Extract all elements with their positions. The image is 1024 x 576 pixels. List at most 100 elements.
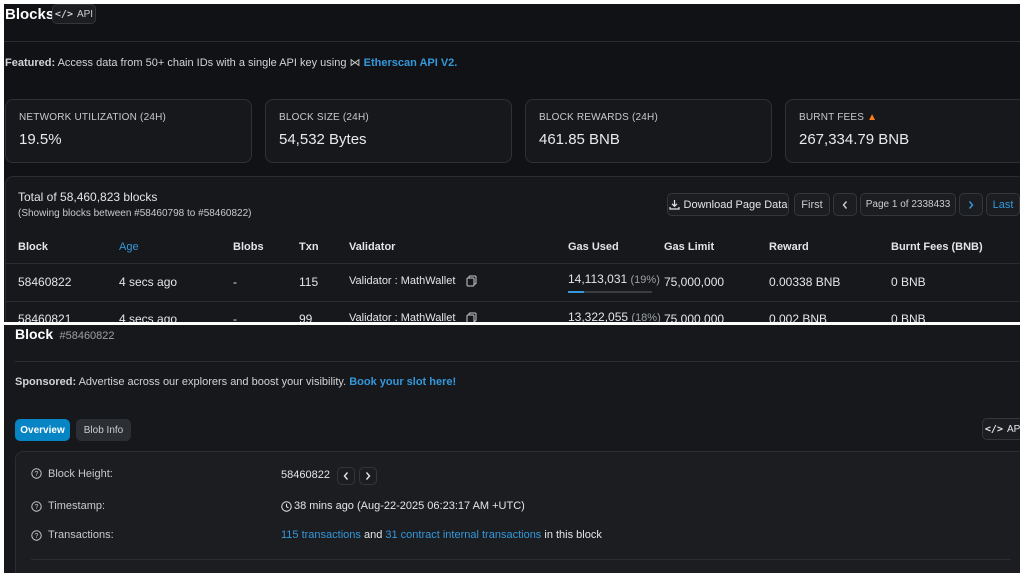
code-icon: </>: [54, 8, 73, 20]
reward-cell: 0.002 BNB: [769, 312, 828, 322]
stat-label: BLOCK REWARDS (24H): [539, 112, 659, 123]
total-blocks-text: Total of 58,460,823 blocks: [18, 190, 158, 204]
stat-label: BURNT FEES: [799, 112, 865, 123]
book-slot-link[interactable]: Book your slot here!: [349, 376, 456, 388]
copy-icon[interactable]: [466, 275, 477, 287]
transactions-label: Transactions:: [48, 529, 114, 541]
and-text: and: [363, 529, 383, 541]
validator-link[interactable]: Validator : MathWallet: [349, 312, 455, 322]
block-number-link[interactable]: 58460821: [18, 312, 71, 322]
stat-card-network-utilization: NETWORK UTILIZATION (24H) 19.5%: [5, 99, 252, 163]
block-height-value: 58460822: [281, 469, 330, 481]
tab-blob-info[interactable]: Blob Info: [76, 419, 131, 441]
page-indicator: Page 1 of 2338433: [860, 193, 956, 216]
api-button[interactable]: </> API: [52, 4, 96, 24]
sponsored-prefix: Sponsored:: [15, 376, 77, 388]
next-page-button[interactable]: [959, 193, 983, 216]
clock-icon: [281, 501, 292, 512]
help-icon[interactable]: ?: [31, 468, 42, 479]
col-header-burnt-fees: Burnt Fees (BNB): [891, 241, 983, 253]
etherscan-api-link[interactable]: Etherscan API V2.: [364, 57, 458, 69]
copy-icon[interactable]: [466, 312, 477, 322]
last-page-button[interactable]: Last: [986, 193, 1020, 216]
block-height-label: Block Height:: [48, 468, 113, 480]
block-reference: #58460822: [59, 330, 115, 342]
internal-transactions-link[interactable]: 31 contract internal transactions: [385, 529, 541, 541]
showing-range-text: (Showing blocks between #58460798 to #58…: [18, 208, 252, 219]
gas-limit-cell: 75,000,000: [664, 275, 725, 289]
in-block-text: in this block: [544, 529, 602, 541]
timestamp-label: Timestamp:: [48, 500, 106, 512]
link-chain-icon: ⋈: [349, 57, 361, 69]
stat-label: NETWORK UTILIZATION (24H): [19, 112, 167, 123]
api-label: API: [1006, 423, 1020, 435]
gas-used-bar: [568, 291, 652, 293]
gas-used-bar-fill: [568, 291, 584, 293]
col-header-reward: Reward: [769, 241, 809, 253]
chevron-left-icon: [342, 471, 350, 481]
col-header-gas-limit: Gas Limit: [664, 241, 715, 253]
chevron-right-icon: [364, 471, 372, 481]
gas-used-value: 13,322,055: [568, 310, 629, 322]
api-button[interactable]: </> API: [982, 418, 1020, 440]
page-title: Block: [15, 326, 54, 342]
chevron-right-icon: [967, 200, 975, 210]
next-block-button[interactable]: [359, 467, 377, 485]
block-number-link[interactable]: 58460822: [18, 275, 71, 289]
col-header-txn: Txn: [299, 241, 319, 253]
page-title: Blocks: [5, 6, 55, 23]
validator-link[interactable]: Validator : MathWallet: [349, 275, 455, 287]
svg-text:?: ?: [35, 533, 39, 540]
download-page-data-button[interactable]: Download Page Data: [667, 193, 789, 216]
blobs-cell: -: [233, 312, 237, 322]
featured-banner: Featured: Access data from 50+ chain IDs…: [5, 56, 457, 69]
col-header-blobs: Blobs: [233, 241, 264, 253]
stat-label: BLOCK SIZE (24H): [279, 112, 369, 123]
stat-value: 19.5%: [19, 131, 62, 148]
burnt-fees-cell: 0 BNB: [891, 275, 926, 289]
gas-used-percent: (18%): [631, 312, 661, 322]
gas-used-percent: (19%): [630, 274, 660, 286]
first-page-button[interactable]: First: [794, 193, 830, 216]
fire-icon: ▲: [867, 112, 878, 123]
prev-page-button[interactable]: [833, 193, 857, 216]
age-cell: 4 secs ago: [119, 312, 178, 322]
row-divider: [5, 301, 1020, 302]
overview-card: [15, 451, 1020, 573]
col-header-block: Block: [18, 241, 48, 253]
featured-prefix: Featured:: [5, 57, 56, 69]
divider: [4, 41, 1020, 42]
stat-card-burnt-fees: BURNT FEES ▲ 267,334.79 BNB: [785, 99, 1020, 163]
table-header-divider: [5, 263, 1020, 264]
stat-card-block-size: BLOCK SIZE (24H) 54,532 Bytes: [265, 99, 512, 163]
prev-block-button[interactable]: [337, 467, 355, 485]
download-label: Download Page Data: [683, 198, 788, 211]
stat-value: 267,334.79 BNB: [799, 131, 910, 148]
blobs-cell: -: [233, 275, 237, 289]
help-icon[interactable]: ?: [31, 501, 42, 512]
svg-text:?: ?: [35, 471, 39, 478]
gas-limit-cell: 75,000,000: [664, 312, 725, 322]
transactions-link[interactable]: 115 transactions: [281, 529, 361, 541]
burnt-fees-cell: 0 BNB: [891, 312, 926, 322]
tab-overview[interactable]: Overview: [15, 419, 70, 441]
help-icon[interactable]: ?: [31, 530, 42, 541]
download-icon: [668, 199, 680, 210]
col-header-validator: Validator: [349, 241, 396, 253]
txn-count-link[interactable]: 115: [299, 275, 318, 289]
divider: [31, 559, 1011, 560]
gas-used-value: 14,113,031: [568, 272, 628, 286]
txn-count-link[interactable]: 99: [299, 312, 312, 322]
sponsored-text: Advertise across our explorers and boost…: [78, 376, 347, 388]
blocks-list-panel: Blocks </> API Featured: Access data fro…: [4, 4, 1020, 322]
chevron-left-icon: [841, 200, 849, 210]
stat-card-block-rewards: BLOCK REWARDS (24H) 461.85 BNB: [525, 99, 772, 163]
col-header-age[interactable]: Age: [119, 241, 139, 253]
stat-value: 461.85 BNB: [539, 131, 620, 148]
age-cell: 4 secs ago: [119, 275, 178, 289]
featured-text: Access data from 50+ chain IDs with a si…: [57, 57, 347, 69]
stat-value: 54,532 Bytes: [279, 131, 367, 148]
block-detail-panel: Block #58460822 Sponsored: Advertise acr…: [4, 325, 1020, 573]
timestamp-value: 38 mins ago (Aug-22-2025 06:23:17 AM +UT…: [294, 500, 525, 512]
divider: [15, 361, 1020, 362]
